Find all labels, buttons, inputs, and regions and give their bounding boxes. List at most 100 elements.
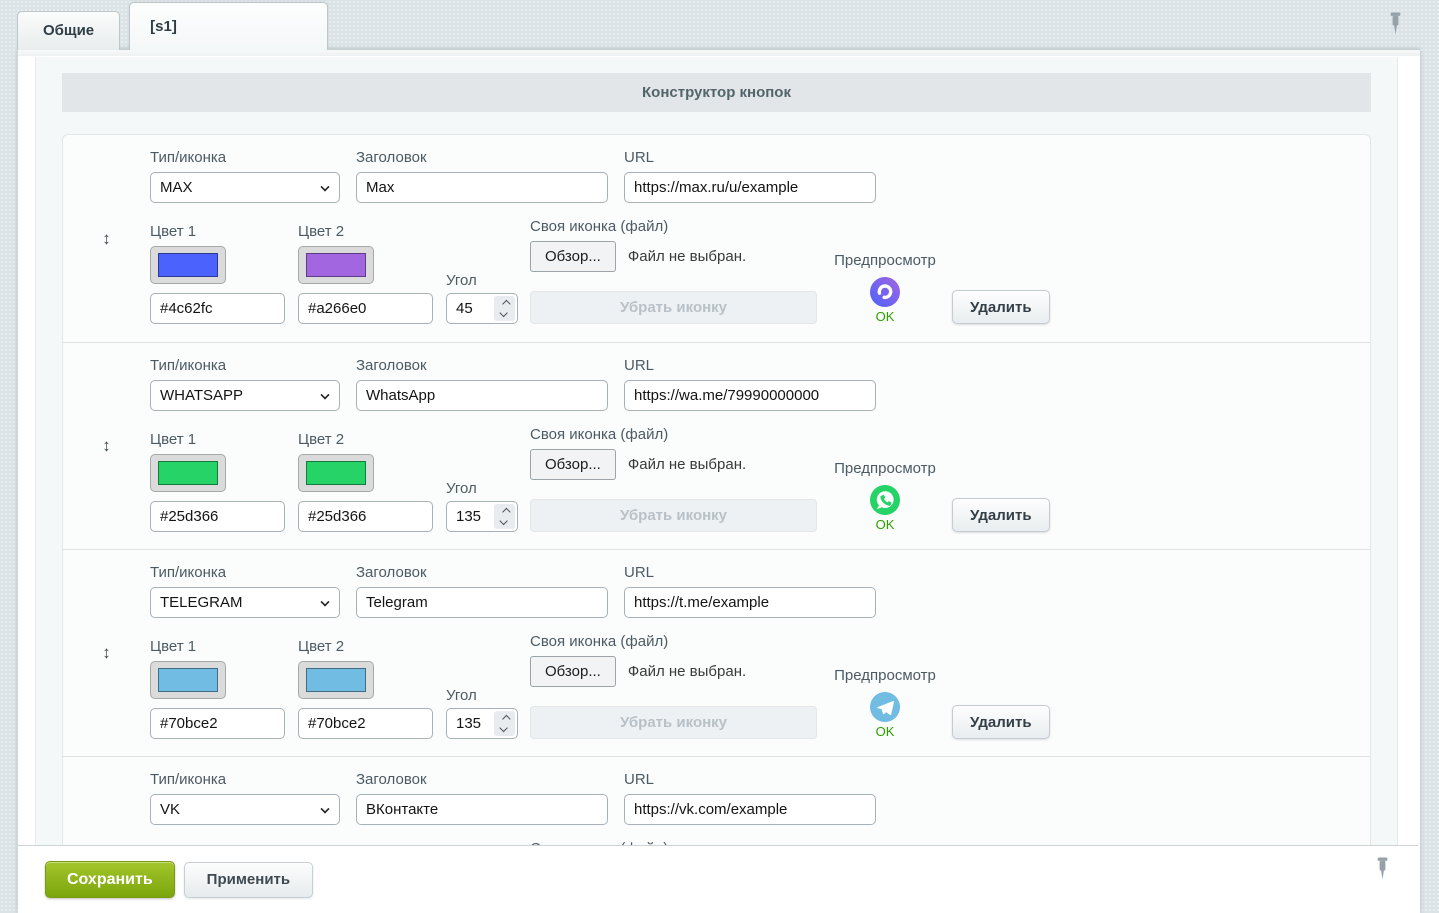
spin-down-icon[interactable]: [499, 517, 507, 525]
color1-label: Цвет 1: [150, 431, 285, 448]
color2-picker[interactable]: [298, 661, 374, 699]
angle-label: Угол: [446, 687, 518, 704]
color2-label: Цвет 2: [298, 638, 433, 655]
drag-handle[interactable]: ↕: [63, 550, 150, 756]
custom-icon-label: Своя иконка (файл): [530, 426, 817, 443]
url-input[interactable]: [624, 587, 876, 618]
no-file-text: Файл не выбран.: [628, 663, 746, 680]
color2-label: Цвет 2: [298, 223, 433, 240]
spin-down-icon[interactable]: [499, 724, 507, 732]
color2-hex-input[interactable]: [298, 708, 433, 739]
color1-swatch: [158, 461, 218, 485]
telegram-icon: [870, 692, 900, 722]
url-label: URL: [624, 564, 876, 581]
browse-button[interactable]: Обзор...: [530, 656, 616, 687]
spin-down-icon[interactable]: [499, 309, 507, 317]
color1-label: Цвет 1: [150, 638, 285, 655]
type-select[interactable]: TELEGRAM: [150, 587, 340, 618]
color2-swatch: [306, 253, 366, 277]
preview-label: Предпросмотр: [834, 667, 936, 684]
pushpin-icon[interactable]: [1375, 857, 1390, 885]
type-select[interactable]: WHATSAPP: [150, 380, 340, 411]
browse-button[interactable]: Обзор...: [530, 241, 616, 272]
title-input[interactable]: [356, 587, 608, 618]
preview-group: Предпросмотр OK: [830, 460, 940, 532]
color1-picker[interactable]: [150, 661, 226, 699]
apply-button[interactable]: Применить: [184, 862, 313, 898]
title-input[interactable]: [356, 794, 608, 825]
drag-arrows-icon: ↕: [102, 229, 111, 249]
spin-up-icon[interactable]: [502, 300, 510, 308]
type-label: Тип/иконка: [150, 771, 340, 788]
remove-icon-button: Убрать иконку: [530, 499, 817, 532]
color2-picker[interactable]: [298, 454, 374, 492]
delete-button[interactable]: Удалить: [952, 290, 1050, 324]
color1-hex-input[interactable]: [150, 708, 285, 739]
drag-handle[interactable]: ↕: [63, 343, 150, 549]
browse-button[interactable]: Обзор...: [530, 449, 616, 480]
color2-swatch: [306, 461, 366, 485]
angle-label: Угол: [446, 480, 518, 497]
type-label: Тип/иконка: [150, 357, 340, 374]
url-label: URL: [624, 357, 876, 374]
preview-icon: [870, 692, 900, 722]
color2-swatch: [306, 668, 366, 692]
type-select[interactable]: MAX: [150, 172, 340, 203]
type-label: Тип/иконка: [150, 564, 340, 581]
url-label: URL: [624, 149, 876, 166]
remove-icon-button: Убрать иконку: [530, 706, 817, 739]
pushpin-icon[interactable]: [1388, 12, 1403, 40]
color1-picker[interactable]: [150, 246, 226, 284]
no-file-text: Файл не выбран.: [628, 248, 746, 265]
tab-bar: Общие [s1]: [17, 0, 328, 50]
page-title: Конструктор кнопок: [62, 73, 1371, 112]
title-input[interactable]: [356, 380, 608, 411]
color2-hex-input[interactable]: [298, 293, 433, 324]
delete-button[interactable]: Удалить: [952, 705, 1050, 739]
button-row: ↕ Тип/иконка MAX Заголовок: [63, 135, 1370, 342]
preview-status: OK: [876, 309, 895, 324]
type-select[interactable]: VK: [150, 794, 340, 825]
title-label: Заголовок: [356, 357, 608, 374]
buttons-card: ↕ Тип/иконка MAX Заголовок: [62, 134, 1371, 913]
title-label: Заголовок: [356, 564, 608, 581]
preview-group: Предпросмотр OK: [830, 667, 940, 739]
url-input[interactable]: [624, 172, 876, 203]
preview-label: Предпросмотр: [834, 460, 936, 477]
spinner-buttons[interactable]: [494, 711, 515, 736]
button-row: ↕ Тип/иконка WHATSAPP Заголовок: [63, 342, 1370, 549]
save-button[interactable]: Сохранить: [45, 861, 175, 898]
row-main: Тип/иконка WHATSAPP Заголовок URL: [150, 343, 1370, 549]
remove-icon-button: Убрать иконку: [530, 291, 817, 324]
preview-status: OK: [876, 724, 895, 739]
color1-hex-input[interactable]: [150, 501, 285, 532]
rows-container: ↕ Тип/иконка MAX Заголовок: [63, 135, 1370, 913]
tab-general[interactable]: Общие: [17, 11, 120, 50]
color1-swatch: [158, 253, 218, 277]
color1-swatch: [158, 668, 218, 692]
color1-picker[interactable]: [150, 454, 226, 492]
whatsapp-icon: [870, 485, 900, 515]
drag-handle[interactable]: ↕: [63, 135, 150, 342]
color2-hex-input[interactable]: [298, 501, 433, 532]
panel-content: Конструктор кнопок ↕ Тип/иконка MAX Заго…: [35, 57, 1398, 913]
spinner-buttons[interactable]: [494, 296, 515, 321]
color2-picker[interactable]: [298, 246, 374, 284]
spinner-buttons[interactable]: [494, 504, 515, 529]
url-input[interactable]: [624, 380, 876, 411]
color1-hex-input[interactable]: [150, 293, 285, 324]
button-row: ↕ Тип/иконка TELEGRAM Заголовок: [63, 549, 1370, 756]
url-input[interactable]: [624, 794, 876, 825]
panel-top-strip: [18, 50, 1420, 56]
delete-button[interactable]: Удалить: [952, 498, 1050, 532]
angle-label: Угол: [446, 272, 518, 289]
spin-up-icon[interactable]: [502, 715, 510, 723]
color1-label: Цвет 1: [150, 223, 285, 240]
type-label: Тип/иконка: [150, 149, 340, 166]
row-main: Тип/иконка MAX Заголовок URL: [150, 135, 1370, 342]
tab-s1[interactable]: [s1]: [129, 2, 328, 50]
spin-up-icon[interactable]: [502, 508, 510, 516]
preview-icon: [870, 485, 900, 515]
no-file-text: Файл не выбран.: [628, 456, 746, 473]
title-input[interactable]: [356, 172, 608, 203]
